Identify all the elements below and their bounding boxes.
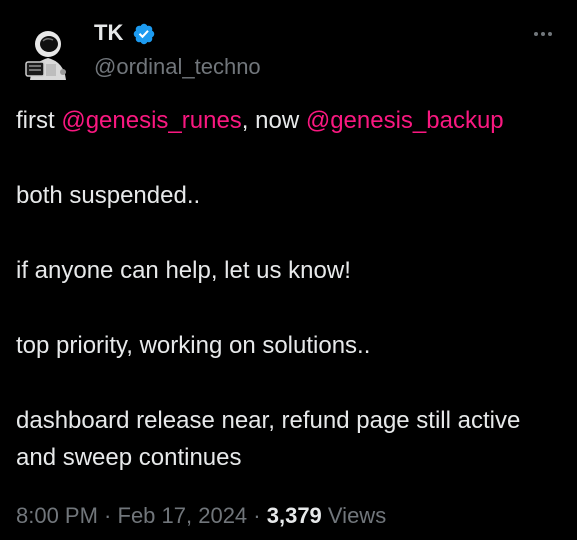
mention-link[interactable]: @genesis_backup — [306, 107, 504, 134]
separator: · — [247, 503, 267, 528]
tweet-paragraph: top priority, working on solutions.. — [16, 332, 371, 359]
separator: · — [97, 503, 118, 528]
mention-link[interactable]: @genesis_runes — [61, 107, 241, 134]
avatar[interactable] — [16, 22, 80, 86]
views-label: Views — [321, 503, 387, 528]
tweet-card: TK @ordinal_techno first @genesis_runes,… — [0, 0, 577, 540]
tweet-paragraph: dashboard release near, refund page stil… — [16, 407, 521, 471]
views-count: 3,379 — [266, 503, 322, 528]
author-name[interactable]: TK — [94, 18, 123, 48]
tweet-paragraph: first @genesis_runes, now @genesis_backu… — [16, 102, 561, 139]
more-options-icon[interactable] — [528, 22, 558, 46]
tweet-date[interactable]: Feb 17, 2024 — [118, 503, 248, 528]
tweet-paragraph: both suspended.. — [16, 182, 201, 209]
author-handle[interactable]: @ordinal_techno — [94, 52, 261, 82]
verified-badge-icon — [133, 23, 155, 45]
tweet-text: first @genesis_runes, now @genesis_backu… — [16, 102, 561, 476]
tweet-paragraph: if anyone can help, let us know! — [16, 257, 351, 284]
tweet-text-segment: first — [16, 107, 62, 134]
tweet-time[interactable]: 8:00 PM — [16, 503, 98, 528]
tweet-text-segment: , now — [241, 107, 306, 134]
tweet-metadata: 8:00 PM · Feb 17, 2024 · 3,379 Views — [16, 500, 386, 532]
